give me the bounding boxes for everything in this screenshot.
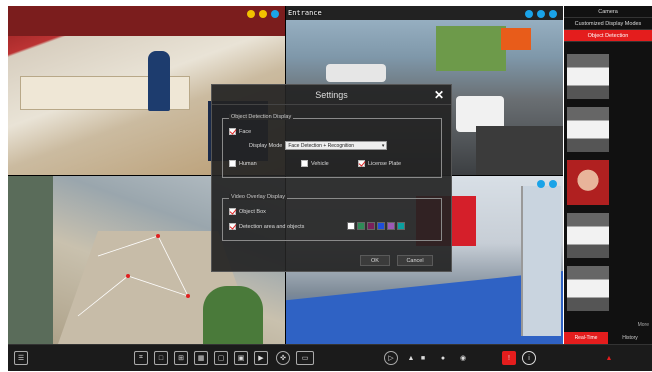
color-swatch[interactable] <box>377 222 385 230</box>
person-figure <box>148 51 170 111</box>
wall-decor <box>8 6 285 36</box>
video-overlay-group: Video Overlay Display Object Box Detecti… <box>222 194 442 241</box>
full-screen-icon[interactable]: ▣ <box>234 351 248 365</box>
manual-alarm-icon[interactable]: ▷ <box>384 351 398 365</box>
plate-snapshot <box>567 213 609 258</box>
chevron-down-icon: ▾ <box>381 142 385 149</box>
tab-history[interactable]: History <box>608 332 652 344</box>
person-icon[interactable]: ● <box>436 351 450 365</box>
cam1-status <box>247 10 279 18</box>
detection-area-option[interactable]: Detection area and objects <box>229 223 304 230</box>
cam2-status <box>525 10 557 18</box>
taskbar: ☰ ⌗ □ ⊞ ▦ ▢ ▣ ▶ ✜ ▭ ▷ ▲ ■ ● ◉ ! i ▲ <box>8 344 652 371</box>
human-label: Human <box>239 160 257 167</box>
vehicle-option[interactable]: Vehicle <box>301 160 329 167</box>
settings-dialog: Settings ✕ Object Detection Display Face… <box>211 84 452 272</box>
single-view-icon[interactable]: □ <box>154 351 168 365</box>
video-overlay-title: Video Overlay Display <box>229 194 288 200</box>
cam4-status <box>537 180 557 188</box>
car <box>326 64 386 82</box>
status-dot-icon <box>259 10 267 18</box>
playback-icon[interactable]: ▶ <box>254 351 268 365</box>
window-frame <box>521 186 561 336</box>
status-dot-icon <box>271 10 279 18</box>
license-plate-checkbox[interactable] <box>358 160 365 167</box>
color-swatch[interactable] <box>367 222 375 230</box>
tab-realtime[interactable]: Real-Time <box>564 332 608 344</box>
display-mode-row: Display Mode Face Detection + Recognitio… <box>249 141 388 150</box>
object-detection-title: Object Detection Display <box>229 114 294 120</box>
dialog-title: Settings <box>315 89 348 100</box>
display-mode-tab[interactable]: Customized Display Modes <box>564 18 652 30</box>
face-checkbox[interactable] <box>229 128 236 135</box>
status-dot-icon <box>525 10 533 18</box>
status-dot-icon <box>537 10 545 18</box>
nine-view-icon[interactable]: ▦ <box>194 351 208 365</box>
building <box>436 26 506 71</box>
object-detection-tab[interactable]: Object Detection <box>564 30 652 42</box>
display-mode-label: Display Mode <box>249 142 283 149</box>
plate-snapshot <box>567 54 609 99</box>
face-icon[interactable]: ◉ <box>456 351 470 365</box>
vehicle-checkbox[interactable] <box>301 160 308 167</box>
start-menu-icon[interactable]: ☰ <box>14 351 28 365</box>
more-link[interactable]: More <box>638 322 649 328</box>
quad-view-icon[interactable]: ⊞ <box>174 351 188 365</box>
road <box>476 126 563 175</box>
panel-tabs: Real-Time History <box>564 332 652 344</box>
status-dot-icon <box>549 10 557 18</box>
display-mode-value: Face Detection + Recognition <box>288 142 355 149</box>
detection-panel: Camera Customized Display Modes Object D… <box>564 6 652 344</box>
record-icon[interactable]: ▭ <box>296 351 314 365</box>
panel-title: Camera <box>564 6 652 18</box>
ok-button[interactable]: OK <box>360 255 390 266</box>
object-box-label: Object Box <box>239 208 266 215</box>
single-screen-icon[interactable]: ⌗ <box>134 351 148 365</box>
vehicle-label: Vehicle <box>311 160 329 167</box>
object-box-option[interactable]: Object Box <box>229 208 266 215</box>
detection-thumbnail[interactable] <box>567 54 649 99</box>
cancel-button[interactable]: Cancel <box>397 255 433 266</box>
human-checkbox[interactable] <box>229 160 236 167</box>
detection-thumbnail[interactable] <box>567 160 649 205</box>
close-icon[interactable]: ✕ <box>434 88 444 102</box>
sequence-icon[interactable]: ▢ <box>214 351 228 365</box>
alert-icon[interactable]: ! <box>502 351 516 365</box>
detection-area-label: Detection area and objects <box>239 223 305 230</box>
display-mode-select[interactable]: Face Detection + Recognition ▾ <box>285 141 388 150</box>
object-detection-group: Object Detection Display Face Display Mo… <box>222 114 442 178</box>
status-dot-icon <box>247 10 255 18</box>
info-icon[interactable]: i <box>522 351 536 365</box>
color-swatch[interactable] <box>347 222 355 230</box>
color-swatches <box>347 222 407 230</box>
object-box-checkbox[interactable] <box>229 208 236 215</box>
network-icon[interactable]: ▲ <box>602 351 616 365</box>
plate-snapshot <box>567 266 609 311</box>
status-dot-icon <box>549 180 557 188</box>
status-dot-icon <box>537 180 545 188</box>
cam2-topbar <box>286 6 563 20</box>
plate-snapshot <box>567 107 609 152</box>
dialog-header: Settings ✕ <box>212 85 451 105</box>
detection-thumbnail[interactable] <box>567 266 649 311</box>
face-snapshot <box>567 160 609 205</box>
ptz-icon[interactable]: ✜ <box>276 351 290 365</box>
sign <box>501 28 531 50</box>
human-option[interactable]: Human <box>229 160 257 167</box>
camera-icon[interactable]: ■ <box>416 351 430 365</box>
face-label: Face <box>239 128 252 135</box>
detection-lines <box>77 234 190 317</box>
wall-left <box>8 176 53 344</box>
detection-thumbnail[interactable] <box>567 107 649 152</box>
color-swatch[interactable] <box>387 222 395 230</box>
license-plate-option[interactable]: License Plate <box>358 160 401 167</box>
detection-thumbnail[interactable] <box>567 213 649 258</box>
color-swatch[interactable] <box>397 222 405 230</box>
face-option[interactable]: Face <box>229 128 251 135</box>
cam2-label: Entrance <box>288 9 322 17</box>
detection-area-checkbox[interactable] <box>229 223 236 230</box>
color-swatch[interactable] <box>357 222 365 230</box>
license-plate-label: License Plate <box>368 160 402 167</box>
